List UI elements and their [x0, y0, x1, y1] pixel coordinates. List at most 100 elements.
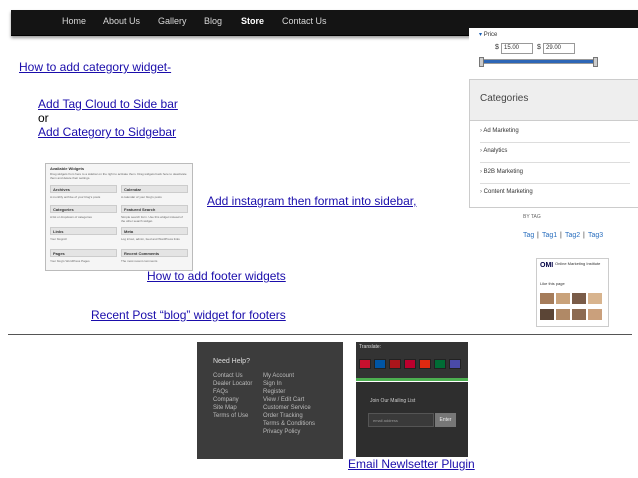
price-slider-min-handle[interactable]: [479, 57, 484, 67]
footer-link[interactable]: Company: [213, 397, 239, 403]
divider: [480, 183, 630, 184]
price-filter-title: Price: [479, 31, 498, 38]
footer-heading: Need Help?: [213, 358, 250, 365]
nav-about-us[interactable]: About Us: [103, 16, 140, 26]
tag-link[interactable]: Tag3: [588, 232, 603, 239]
categories-title: Categories: [480, 93, 529, 104]
tag-separator: |: [560, 232, 562, 239]
footer-link[interactable]: Terms & Conditions: [263, 421, 315, 427]
widget-featured-search[interactable]: Featured Search: [121, 205, 188, 213]
footer-link[interactable]: Privacy Policy: [263, 429, 300, 435]
tag-separator: |: [583, 232, 585, 239]
language-flag-icon[interactable]: [404, 359, 416, 369]
brand-logo: OMI: [540, 262, 554, 269]
language-flag-icon[interactable]: [359, 359, 371, 369]
category-item[interactable]: Content Marketing: [480, 189, 533, 195]
tag-link[interactable]: Tag1: [542, 232, 557, 239]
category-item[interactable]: Ad Marketing: [480, 128, 518, 134]
language-flag-icon[interactable]: [389, 359, 401, 369]
newsletter-widget: Join Our Mailing List email address Ente…: [356, 382, 468, 457]
categories-header: Categories: [470, 80, 638, 121]
footer-link[interactable]: Site Map: [213, 405, 237, 411]
tag-link[interactable]: Tag: [523, 232, 534, 239]
tag-cloud-title: BY TAG: [523, 214, 541, 220]
widget-categories[interactable]: Categories: [50, 205, 117, 213]
footer-link[interactable]: Contact Us: [213, 373, 243, 379]
language-flag-icon[interactable]: [374, 359, 386, 369]
footer-link[interactable]: FAQs: [213, 389, 228, 395]
widget-desc: Your blog's WordPress Pages: [50, 259, 90, 263]
footer-link[interactable]: Customer Service: [263, 405, 311, 411]
footer-link[interactable]: View / Edit Cart: [263, 397, 304, 403]
widget-archives[interactable]: Archives: [50, 185, 117, 193]
category-item[interactable]: B2B Marketing: [480, 169, 523, 175]
avatar: [556, 293, 570, 304]
footer-link[interactable]: Sign In: [263, 381, 282, 387]
footer-link[interactable]: Dealer Locator: [213, 381, 252, 387]
price-max-input[interactable]: 29.00: [543, 43, 575, 54]
widget-desc: Your blogroll: [50, 237, 67, 241]
category-sidebar-link[interactable]: Add Category to Sidgebar: [38, 125, 176, 139]
currency-symbol-min: $: [495, 44, 499, 51]
widget-calendar[interactable]: Calendar: [121, 185, 188, 193]
avatar: [588, 309, 602, 320]
like-note[interactable]: Like this page: [540, 281, 565, 286]
available-widgets-panel: Available Widgets Drag widgets from here…: [45, 163, 193, 271]
language-flag-icon[interactable]: [419, 359, 431, 369]
widget-pages[interactable]: Pages: [50, 249, 117, 257]
widget-recent-comments[interactable]: Recent Comments: [121, 249, 188, 257]
nav-gallery[interactable]: Gallery: [158, 16, 187, 26]
price-range-slider[interactable]: [481, 59, 597, 64]
nav-home[interactable]: Home: [62, 16, 86, 26]
language-flag-icon[interactable]: [449, 359, 461, 369]
footer-link[interactable]: Terms of Use: [213, 413, 248, 419]
translate-widget: Translate:: [356, 342, 468, 381]
widget-desc: A calendar of your blog's posts: [121, 195, 162, 199]
newsletter-email-input[interactable]: email address: [368, 413, 434, 427]
price-slider-max-handle[interactable]: [593, 57, 598, 67]
language-flag-icon[interactable]: [434, 359, 446, 369]
avatar: [556, 309, 570, 320]
avatar: [540, 293, 554, 304]
avatar: [588, 293, 602, 304]
widget-links[interactable]: Links: [50, 227, 117, 235]
category-item[interactable]: Analytics: [480, 148, 507, 154]
currency-symbol-max: $: [537, 44, 541, 51]
widget-desc: Log in/out, admin, feed and WordPress li…: [121, 237, 180, 241]
widget-desc: Simple search form. Use this widget inst…: [121, 215, 183, 223]
nav-contact-us[interactable]: Contact Us: [282, 16, 327, 26]
widget-meta[interactable]: Meta: [121, 227, 188, 235]
page-name[interactable]: Online Marketing Institute: [555, 261, 600, 266]
social-likebox-widget: OMI Online Marketing Institute Like this…: [536, 258, 609, 327]
divider: [480, 162, 630, 163]
categories-widget: Categories Ad Marketing Analytics B2B Ma…: [469, 79, 638, 208]
widget-desc: A list or dropdown of categories: [50, 215, 92, 219]
footer-widgets-link[interactable]: How to add footer widgets: [147, 269, 286, 283]
divider: [8, 334, 632, 335]
price-min-input[interactable]: 15.00: [501, 43, 533, 54]
footer-widget: Need Help? Contact Us Dealer Locator FAQ…: [197, 342, 343, 459]
footer-link[interactable]: Order Tracking: [263, 413, 303, 419]
avatar: [572, 309, 586, 320]
newsletter-plugin-link[interactable]: Email Newlsetter Plugin: [348, 457, 475, 471]
price-filter-widget: Price $ 15.00 $ 29.00: [469, 28, 638, 67]
footer-link[interactable]: Register: [263, 389, 285, 395]
tag-cloud-widget: BY TAG Tag | Tag1 | Tag2 | Tag3: [513, 209, 638, 249]
widget-desc: The most recent comments: [121, 259, 158, 263]
widgets-panel-desc: Drag widgets from here to a sidebar on t…: [50, 172, 187, 180]
widgets-panel-title: Available Widgets: [50, 166, 85, 171]
nav-store[interactable]: Store: [241, 16, 264, 26]
divider: [480, 142, 630, 143]
tag-cloud-link[interactable]: Add Tag Cloud to Side bar: [38, 97, 178, 111]
category-widget-link[interactable]: How to add category widget-: [19, 60, 171, 74]
tag-link[interactable]: Tag2: [565, 232, 580, 239]
widget-desc: A monthly archive of your blog's posts: [50, 195, 101, 199]
footer-link[interactable]: My Account: [263, 373, 294, 379]
newsletter-heading: Join Our Mailing List: [370, 398, 416, 404]
recent-post-link[interactable]: Recent Post “blog” widget for footers: [91, 308, 286, 322]
nav-blog[interactable]: Blog: [204, 16, 222, 26]
newsletter-submit-button[interactable]: Enter: [435, 413, 456, 427]
instagram-link[interactable]: Add instagram then format into sidebar,: [207, 194, 416, 208]
tag-separator: |: [537, 232, 539, 239]
avatar: [540, 309, 554, 320]
